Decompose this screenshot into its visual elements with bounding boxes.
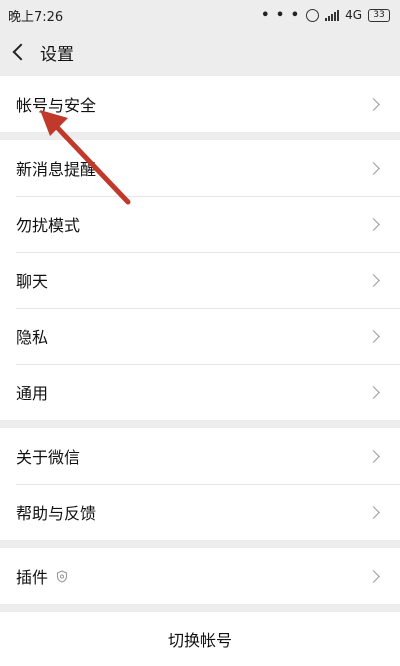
chevron-right-icon [367,161,380,175]
chevron-right-icon [367,273,380,287]
notification-dots: • • • [261,7,301,23]
settings-item-label: 帮助与反馈 [16,504,97,523]
settings-item-plugins[interactable]: 插件 [0,548,400,604]
back-arrow-icon [12,43,30,61]
settings-group-plugins: 插件 [0,548,400,604]
chevron-right-icon [367,217,380,231]
settings-item-do-not-disturb[interactable]: 勿扰模式 [0,196,400,252]
header-bar: 设置 [0,30,400,74]
status-time: 晚上7:26 [8,9,64,25]
settings-item-label: 通用 [16,384,49,403]
settings-item-label: 隐私 [16,328,49,347]
chevron-right-icon [367,505,380,519]
settings-item-label: 关于微信 [16,448,81,467]
settings-item-new-message-notify[interactable]: 新消息提醒 [0,140,400,196]
settings-item-general[interactable]: 通用 [0,364,400,420]
chevron-right-icon [367,329,380,343]
chevron-right-icon [367,97,380,111]
battery-icon: 33 [368,8,390,22]
settings-group-about: 关于微信 帮助与反馈 [0,428,400,540]
settings-item-label: 勿扰模式 [16,216,81,235]
signal-icon [325,9,340,21]
settings-item-chat[interactable]: 聊天 [0,252,400,308]
settings-item-label: 帐号与安全 [16,96,97,115]
chevron-right-icon [367,449,380,463]
switch-account-button[interactable]: 切换帐号 [0,612,400,666]
alarm-icon [306,8,320,22]
settings-item-label: 插件 [16,568,49,587]
network-type: 4G [345,8,362,22]
settings-item-label: 聊天 [16,272,49,291]
chevron-right-icon [367,569,380,583]
settings-group-account: 帐号与安全 [0,76,400,132]
settings-group-general: 新消息提醒 勿扰模式 聊天 隐私 通用 [0,140,400,420]
back-button[interactable] [6,30,36,74]
settings-item-privacy[interactable]: 隐私 [0,308,400,364]
status-bar: 晚上7:26 • • • 4G 33 [0,0,400,30]
settings-item-account-security[interactable]: 帐号与安全 [0,76,400,132]
status-icons: • • • 4G 33 [261,8,390,23]
page-title: 设置 [40,44,74,65]
settings-item-help-feedback[interactable]: 帮助与反馈 [0,484,400,540]
chevron-right-icon [367,385,380,399]
settings-item-label-wrap: 插件 [16,564,68,588]
settings-item-about-wechat[interactable]: 关于微信 [0,428,400,484]
shield-icon [56,569,68,583]
settings-item-label: 新消息提醒 [16,160,97,179]
